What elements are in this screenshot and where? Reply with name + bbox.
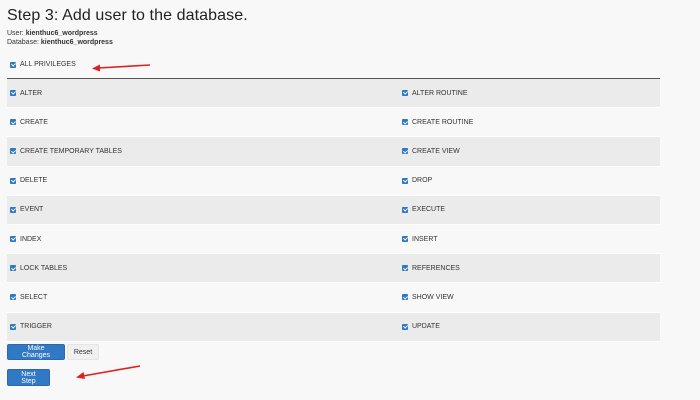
privilege-checkbox[interactable] <box>402 206 408 213</box>
user-value: kienthuc6_wordpress <box>25 30 98 37</box>
privilege-checkbox[interactable] <box>10 236 16 243</box>
privilege-row: CREATE TEMPORARY TABLES CREATE VIEW <box>7 137 660 167</box>
privilege-option[interactable]: UPDATE <box>402 323 440 330</box>
privilege-row: SELECT SHOW VIEW <box>7 283 660 313</box>
privilege-checkbox[interactable] <box>10 119 16 126</box>
privilege-checkbox[interactable] <box>10 206 16 213</box>
privilege-option[interactable]: DROP <box>402 177 432 184</box>
privilege-checkbox[interactable] <box>10 90 16 97</box>
privilege-label: CREATE TEMPORARY TABLES <box>20 147 122 155</box>
next-step-button[interactable]: Next Step <box>7 369 50 386</box>
user-info: User: kienthuc6_wordpress <box>7 29 98 38</box>
privilege-option[interactable]: INDEX <box>10 236 41 243</box>
privilege-checkbox[interactable] <box>402 148 408 155</box>
privilege-label: TRIGGER <box>20 323 52 331</box>
privilege-label: DROP <box>412 177 433 185</box>
privilege-label: ALTER <box>20 89 43 97</box>
privilege-checkbox[interactable] <box>402 90 408 97</box>
privilege-row: LOCK TABLES REFERENCES <box>7 254 660 284</box>
privilege-option[interactable]: CREATE VIEW <box>402 148 460 155</box>
privilege-row: EVENT EXECUTE <box>7 195 660 225</box>
privilege-label: SHOW VIEW <box>412 293 454 301</box>
privilege-checkbox[interactable] <box>402 119 408 126</box>
all-privileges-checkbox[interactable] <box>10 61 16 68</box>
user-label: User: <box>7 30 24 37</box>
privilege-option[interactable]: EVENT <box>10 206 43 213</box>
make-changes-button[interactable]: Make Changes <box>7 344 65 360</box>
privilege-row: DELETE DROP <box>7 166 660 196</box>
privilege-label: EXECUTE <box>412 206 446 214</box>
annotation-arrow-all-privileges <box>92 64 151 72</box>
privilege-checkbox[interactable] <box>402 294 408 301</box>
privilege-checkbox[interactable] <box>10 177 16 184</box>
privilege-checkbox[interactable] <box>402 323 408 330</box>
privilege-option[interactable]: INSERT <box>402 236 438 243</box>
privilege-option[interactable]: ALTER ROUTINE <box>402 90 468 97</box>
privilege-option[interactable]: SHOW VIEW <box>402 294 454 301</box>
privilege-label: CREATE <box>20 118 48 126</box>
privilege-row: TRIGGER UPDATE <box>7 312 660 342</box>
privilege-label: LOCK TABLES <box>20 264 68 272</box>
privilege-option[interactable]: CREATE TEMPORARY TABLES <box>10 148 122 155</box>
privilege-checkbox[interactable] <box>402 265 408 272</box>
privilege-row: CREATE CREATE ROUTINE <box>7 108 660 138</box>
privilege-label: UPDATE <box>412 323 440 331</box>
all-privileges-label: ALL PRIVILEGES <box>20 61 76 68</box>
privilege-option[interactable]: LOCK TABLES <box>10 265 67 272</box>
privilege-option[interactable]: DELETE <box>10 177 47 184</box>
privilege-option[interactable]: REFERENCES <box>402 265 460 272</box>
privilege-label: EVENT <box>20 206 44 214</box>
all-privileges-option[interactable]: ALL PRIVILEGES <box>10 61 76 68</box>
privilege-label: DELETE <box>20 177 48 185</box>
privilege-checkbox[interactable] <box>10 265 16 272</box>
privilege-row: INDEX INSERT <box>7 224 660 255</box>
privilege-option[interactable]: CREATE ROUTINE <box>402 119 473 126</box>
privilege-checkbox[interactable] <box>402 236 408 243</box>
privilege-label: ALTER ROUTINE <box>412 89 468 97</box>
database-label: Database: <box>7 39 39 46</box>
privilege-option[interactable]: CREATE <box>10 119 48 126</box>
privilege-checkbox[interactable] <box>10 294 16 301</box>
reset-button[interactable]: Reset <box>67 344 99 360</box>
privilege-label: INDEX <box>20 235 42 243</box>
page-title: Step 3: Add user to the database. <box>7 7 248 24</box>
privilege-option[interactable]: EXECUTE <box>402 206 445 213</box>
privilege-label: INSERT <box>412 235 438 243</box>
annotation-arrow-next-step <box>76 365 141 379</box>
privilege-option[interactable]: SELECT <box>10 294 47 301</box>
privilege-option[interactable]: ALTER <box>10 90 42 97</box>
privilege-label: REFERENCES <box>412 264 460 272</box>
privilege-checkbox[interactable] <box>10 323 16 330</box>
privilege-label: SELECT <box>20 293 48 301</box>
privilege-checkbox[interactable] <box>402 177 408 184</box>
privilege-label: CREATE ROUTINE <box>412 118 474 126</box>
privilege-option[interactable]: TRIGGER <box>10 323 52 330</box>
database-info: Database: kienthuc6_wordpress <box>7 38 113 47</box>
privilege-label: CREATE VIEW <box>412 147 460 155</box>
privileges-table: ALTER ALTER ROUTINE CREATE CREATE ROUTIN… <box>7 79 660 342</box>
privilege-row: ALTER ALTER ROUTINE <box>7 79 660 109</box>
privilege-checkbox[interactable] <box>10 148 16 155</box>
database-value: kienthuc6_wordpress <box>40 39 113 46</box>
